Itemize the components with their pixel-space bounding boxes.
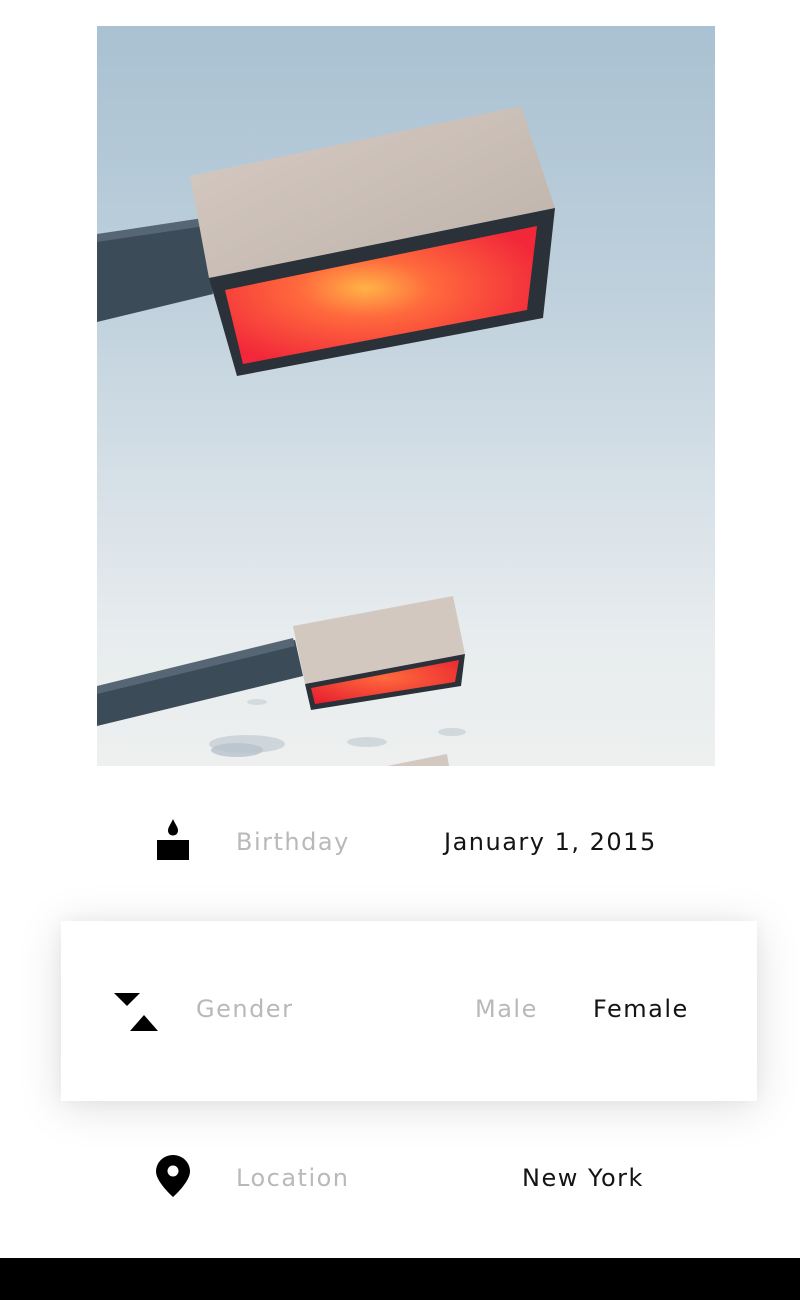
profile-photo[interactable] xyxy=(97,26,715,766)
profile-screen: Birthday January 1, 2015 Gender Male Fem… xyxy=(0,0,800,1300)
birthday-row[interactable]: Birthday January 1, 2015 xyxy=(0,812,800,872)
gender-icon xyxy=(113,991,159,1037)
gender-row: Gender Male Female xyxy=(61,921,757,1101)
gender-label: Gender xyxy=(196,995,294,1023)
birthday-value[interactable]: January 1, 2015 xyxy=(444,828,657,856)
location-value[interactable]: New York xyxy=(522,1164,644,1192)
candle-icon xyxy=(155,818,191,866)
gender-option-male[interactable]: Male xyxy=(475,995,538,1023)
location-pin-icon xyxy=(154,1154,192,1202)
location-label: Location xyxy=(236,1164,350,1192)
street-lamp-photo xyxy=(97,106,555,766)
location-row[interactable]: Location New York xyxy=(0,1148,800,1208)
bottom-bar xyxy=(0,1258,800,1300)
gender-option-female[interactable]: Female xyxy=(593,995,689,1023)
birthday-label: Birthday xyxy=(236,828,350,856)
